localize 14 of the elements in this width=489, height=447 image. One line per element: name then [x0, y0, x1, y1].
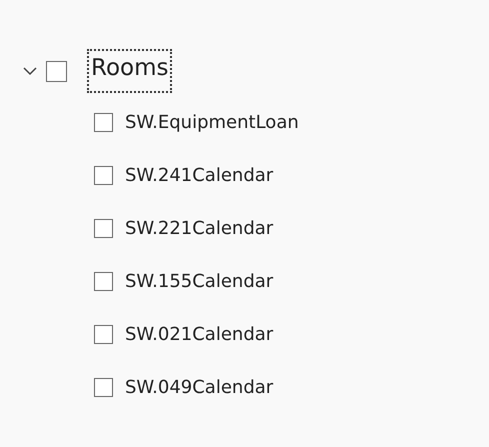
- checkbox[interactable]: [46, 60, 67, 82]
- tree-item-label[interactable]: SW.155Calendar: [125, 271, 274, 292]
- checkbox[interactable]: [94, 113, 113, 132]
- checkbox[interactable]: [94, 166, 113, 185]
- tree-item-label[interactable]: SW.EquipmentLoan: [125, 112, 299, 133]
- tree-item-label[interactable]: Rooms: [87, 49, 172, 93]
- tree-item-label[interactable]: SW.221Calendar: [125, 218, 274, 239]
- tree-item-label[interactable]: SW.241Calendar: [125, 165, 274, 186]
- checkbox[interactable]: [94, 219, 113, 238]
- checkbox[interactable]: [94, 378, 113, 397]
- tree-item-label[interactable]: SW.021Calendar: [125, 324, 274, 345]
- tree-item-label[interactable]: SW.049Calendar: [125, 377, 274, 398]
- checkbox[interactable]: [94, 272, 113, 291]
- checkbox[interactable]: [94, 325, 113, 344]
